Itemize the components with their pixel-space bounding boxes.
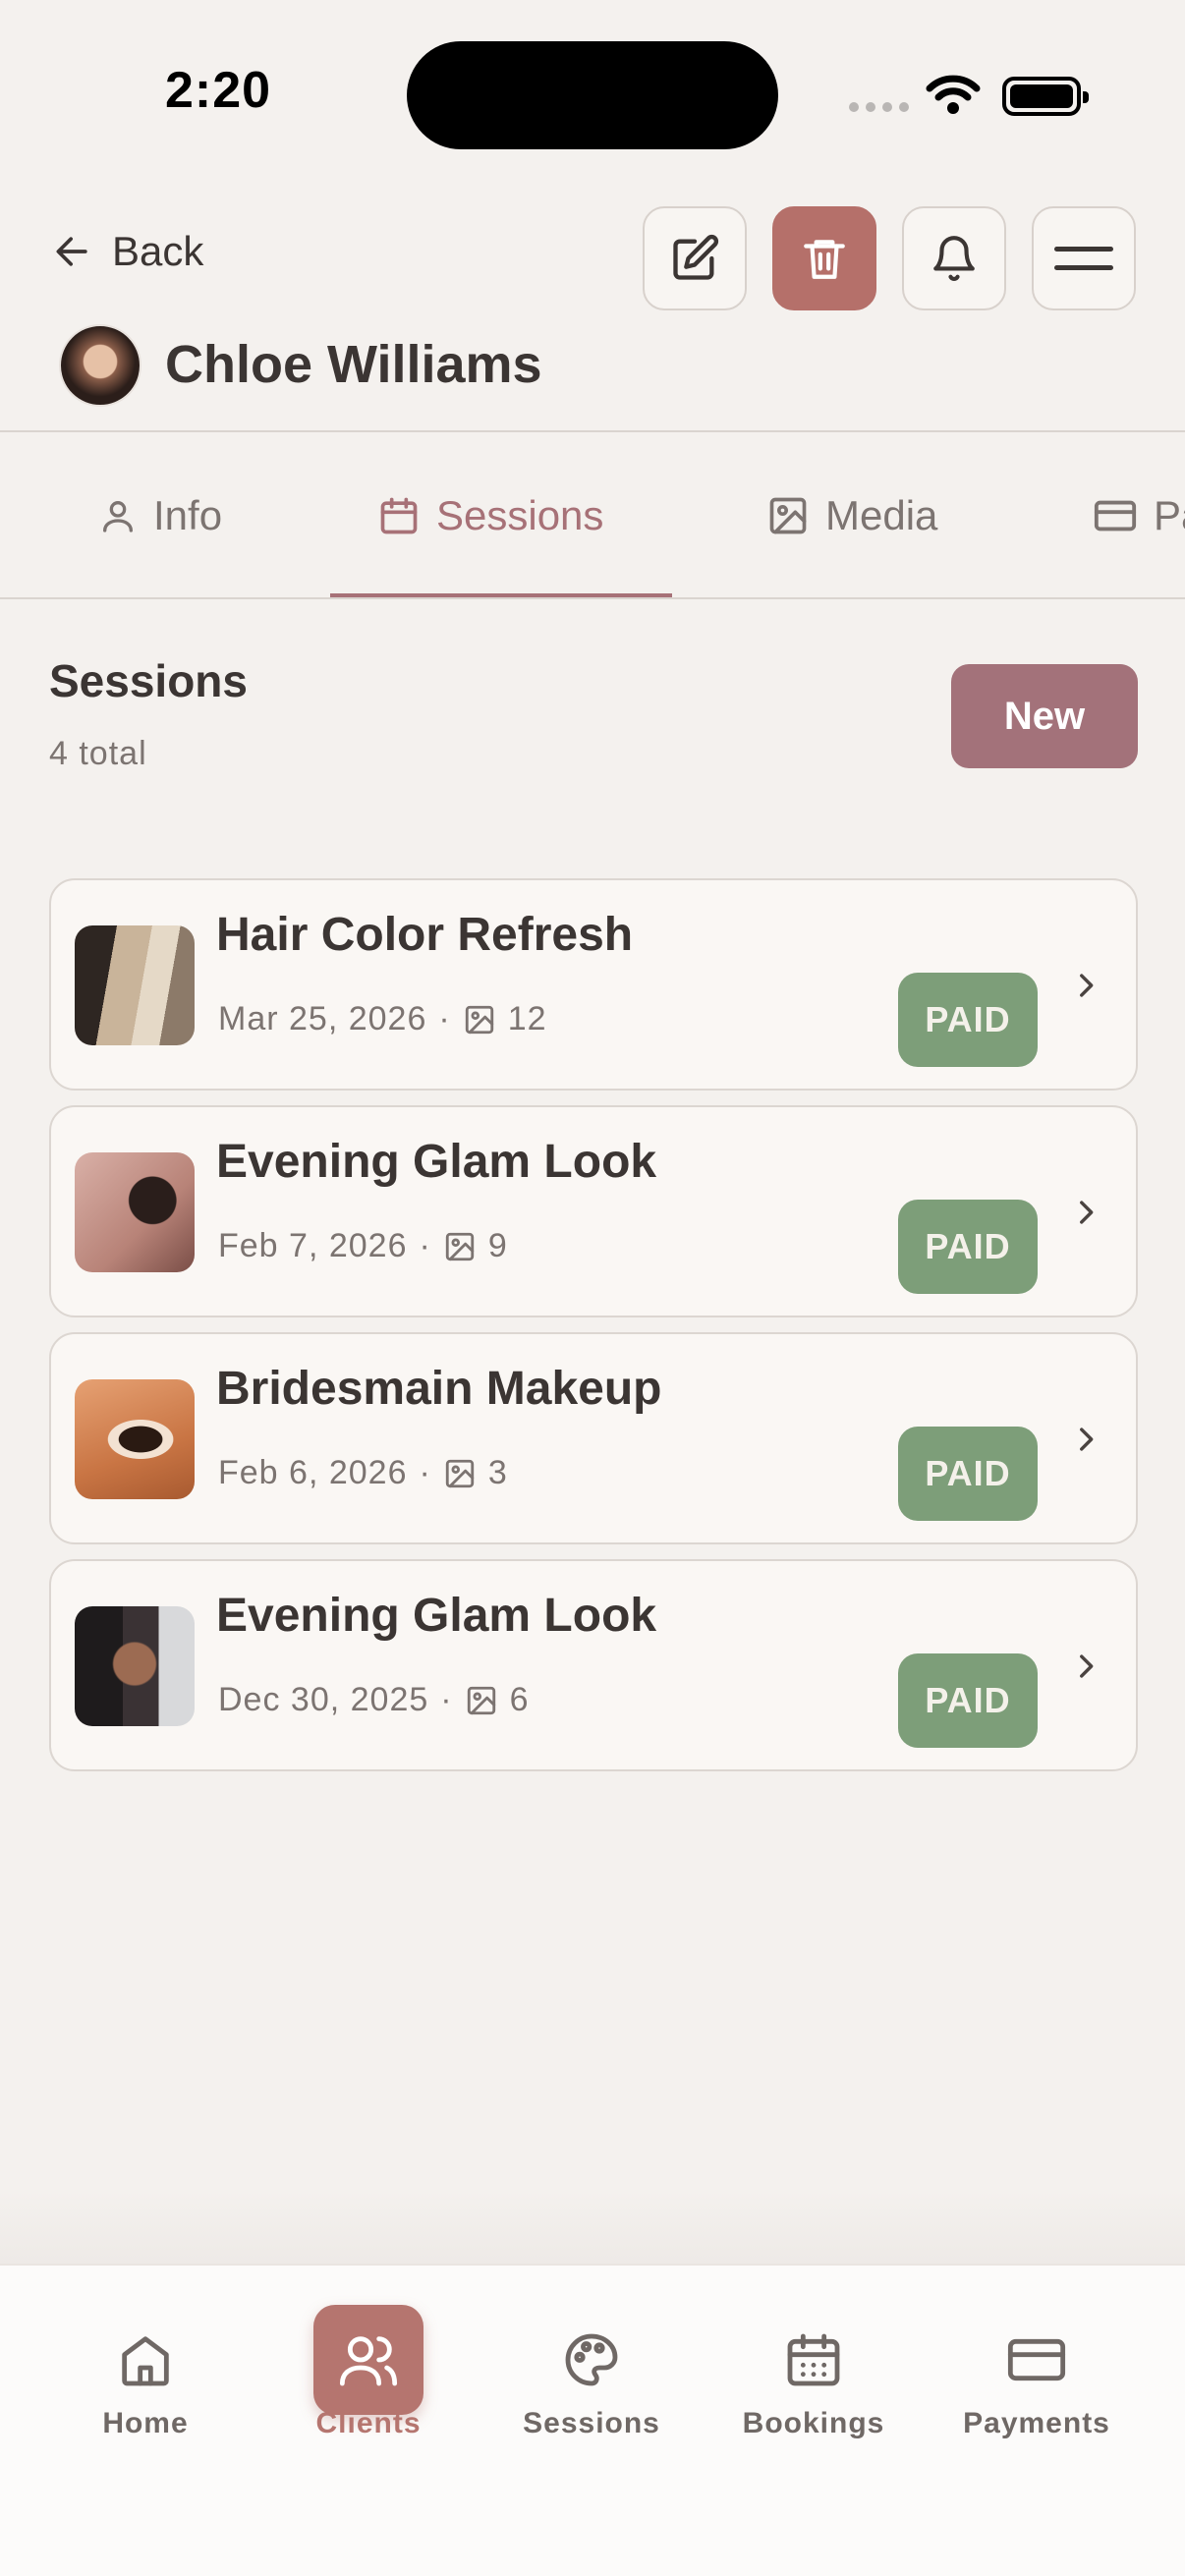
session-meta: Feb 7, 2026 · 9: [218, 1227, 508, 1265]
users-icon: [339, 2336, 398, 2386]
image-icon: [467, 1686, 495, 1714]
delete-button[interactable]: [772, 206, 876, 310]
session-title: Hair Color Refresh: [216, 909, 634, 961]
session-meta: Mar 25, 2026 · 12: [218, 1000, 547, 1038]
nav-label: Clients: [315, 2407, 422, 2439]
nav-icon-wrap: [982, 2305, 1092, 2415]
nav-sessions[interactable]: Sessions: [493, 2305, 690, 2440]
avatar: [59, 324, 141, 407]
media-count: 6: [509, 1681, 530, 1718]
nav-home[interactable]: Home: [47, 2305, 244, 2440]
tab-info[interactable]: Info: [98, 432, 222, 599]
session-thumbnail: [75, 925, 195, 1045]
session-title: Evening Glam Look: [216, 1136, 657, 1188]
session-card[interactable]: Evening Glam Look Feb 7, 2026 · 9 PAID: [49, 1105, 1138, 1317]
media-count: 3: [487, 1454, 508, 1491]
status-badge: PAID: [898, 973, 1038, 1067]
session-title: Bridesmain Makeup: [216, 1363, 662, 1415]
edit-icon: [673, 234, 719, 280]
nav-bookings[interactable]: Bookings: [715, 2305, 912, 2440]
bell-icon: [933, 236, 975, 281]
arrow-left-icon: [56, 237, 87, 266]
image-icon: [769, 497, 807, 534]
session-card[interactable]: Bridesmain Makeup Feb 6, 2026 · 3 PAID: [49, 1332, 1138, 1544]
nav-icon-wrap: [313, 2305, 423, 2415]
menu-button[interactable]: [1032, 206, 1136, 310]
home-icon: [122, 2336, 169, 2386]
tab-media[interactable]: Media: [766, 432, 937, 599]
session-date: Feb 7, 2026: [218, 1227, 408, 1264]
meta-separator: ·: [419, 1454, 431, 1491]
session-date: Mar 25, 2026: [218, 1000, 427, 1037]
card-icon: [1007, 2338, 1066, 2381]
nav-label: Bookings: [742, 2407, 885, 2439]
battery-icon: [1002, 77, 1089, 116]
tabs-divider: [0, 597, 1185, 599]
nav-label: Payments: [963, 2407, 1110, 2439]
nav-label: Sessions: [523, 2407, 660, 2439]
palette-icon: [565, 2333, 618, 2386]
nav-icon-wrap: [90, 2305, 200, 2415]
media-count: 12: [507, 1000, 547, 1037]
nav-icon-wrap: [536, 2305, 647, 2415]
session-date: Feb 6, 2026: [218, 1454, 408, 1491]
tab-label: Pa: [1154, 492, 1185, 538]
client-name: Chloe Williams: [165, 335, 542, 394]
meta-separator: ·: [440, 1681, 453, 1718]
tab-sessions[interactable]: Sessions: [377, 432, 603, 599]
session-meta: Feb 6, 2026 · 3: [218, 1454, 508, 1492]
meta-separator: ·: [438, 1000, 451, 1037]
chevron-right-icon: [1080, 974, 1094, 997]
new-session-button[interactable]: New: [951, 664, 1138, 768]
session-title: Evening Glam Look: [216, 1590, 657, 1642]
back-label: Back: [112, 228, 204, 274]
status-time: 2:20: [165, 62, 272, 119]
nav-payments[interactable]: Payments: [938, 2305, 1135, 2440]
back-button[interactable]: Back: [51, 228, 203, 275]
session-meta: Dec 30, 2025 · 6: [218, 1681, 530, 1719]
status-badge: PAID: [898, 1200, 1038, 1294]
image-icon: [445, 1232, 474, 1260]
chevron-right-icon: [1080, 1201, 1094, 1224]
section-count: 4 total: [49, 735, 147, 772]
edit-button[interactable]: [643, 206, 747, 310]
section-title: Sessions: [49, 655, 248, 706]
signal-icon: [849, 102, 909, 112]
tab-label: Media: [825, 492, 938, 538]
calendar-icon: [787, 2333, 840, 2386]
nav-icon-wrap: [759, 2305, 869, 2415]
status-badge: PAID: [898, 1653, 1038, 1748]
chevron-right-icon: [1080, 1428, 1094, 1451]
image-icon: [445, 1459, 474, 1487]
session-date: Dec 30, 2025: [218, 1681, 429, 1718]
tab-bar: Info Sessions Media Pa: [0, 432, 1185, 599]
trash-icon: [804, 240, 845, 279]
session-card[interactable]: Evening Glam Look Dec 30, 2025 · 6 PAID: [49, 1559, 1138, 1771]
image-icon: [465, 1005, 493, 1034]
media-count: 9: [487, 1227, 508, 1264]
session-thumbnail: [75, 1606, 195, 1726]
menu-icon: [1054, 247, 1113, 270]
nav-clients[interactable]: Clients: [270, 2305, 467, 2440]
wifi-icon: [926, 75, 981, 114]
tab-payments[interactable]: Pa: [1093, 432, 1185, 599]
session-card[interactable]: Hair Color Refresh Mar 25, 2026 · 12 PAI…: [49, 878, 1138, 1091]
user-icon: [103, 501, 133, 532]
bottom-fade: [0, 2191, 1185, 2264]
meta-separator: ·: [419, 1227, 431, 1264]
session-thumbnail: [75, 1379, 195, 1499]
calendar-icon: [380, 497, 418, 534]
nav-label: Home: [102, 2407, 189, 2439]
session-thumbnail: [75, 1152, 195, 1272]
status-badge: PAID: [898, 1427, 1038, 1521]
tab-label: Sessions: [436, 492, 604, 538]
tab-label: Info: [153, 492, 223, 538]
card-icon: [1094, 500, 1137, 532]
bottom-nav: Home Clients Sessions Bookings Payments: [0, 2264, 1185, 2576]
chevron-right-icon: [1080, 1654, 1094, 1678]
dynamic-island: [407, 41, 778, 149]
notifications-button[interactable]: [902, 206, 1006, 310]
